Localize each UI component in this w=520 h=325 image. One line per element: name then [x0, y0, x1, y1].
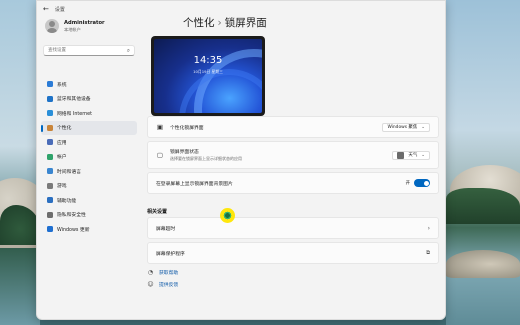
toggle-state: 开 [405, 181, 410, 186]
signin-background-label: 在登录屏幕上显示锁屏界面背景图片 [156, 181, 233, 187]
preview-date: 10月19日 星期三 [193, 69, 223, 74]
sidebar-item[interactable]: Windows 更新 [41, 222, 137, 237]
back-arrow-icon[interactable]: ← [43, 5, 49, 13]
search-placeholder: 查找设置 [48, 48, 66, 53]
wallpaper-left [0, 0, 40, 325]
personalization-icon [47, 124, 53, 131]
sidebar-item-label: 时间和语言 [57, 169, 81, 175]
breadcrumb-parent[interactable]: 个性化 [183, 17, 215, 29]
sidebar-item-label: 帐户 [57, 155, 67, 161]
personalize-lock-screen-row[interactable]: ▣ 个性化锁屏界面 Windows 聚焦 ⌄ [147, 116, 439, 138]
weather-icon [397, 151, 405, 159]
sidebar-item-label: 网络和 Internet [57, 111, 92, 117]
search-input[interactable]: 查找设置 ⌕ [43, 45, 135, 56]
user-profile[interactable]: Administrator 本地帐户 [45, 19, 105, 33]
give-feedback-link[interactable]: ☺ 提供反馈 [147, 278, 178, 290]
breadcrumb-current: 锁屏界面 [224, 17, 267, 29]
window-title: 设置 [54, 6, 65, 13]
bluetooth-icon [47, 95, 53, 102]
user-account-type: 本地帐户 [64, 26, 81, 32]
feedback-icon: ☺ [147, 280, 154, 288]
user-name: Administrator [64, 19, 105, 26]
sidebar-item[interactable]: 应用 [41, 135, 137, 150]
wallpaper-trees-right [446, 188, 520, 224]
search-icon: ⌕ [126, 48, 130, 54]
lock-screen-status-row[interactable]: ▢ 锁屏界面状态 选择要在锁屏界面上显示详细状态的应用 天气 ⌄ [147, 141, 439, 169]
gaming-icon [47, 182, 53, 189]
avatar [45, 19, 59, 33]
sidebar-item[interactable]: 隐私和安全性 [41, 208, 137, 223]
picture-icon: ▣ [156, 123, 164, 131]
sidebar-item[interactable]: 网络和 Internet [41, 106, 137, 121]
personalize-label: 个性化锁屏界面 [170, 125, 204, 131]
get-help-link[interactable]: ◔ 获取帮助 [147, 266, 178, 278]
personalize-value: Windows 聚焦 [387, 125, 418, 130]
accounts-icon [47, 153, 53, 160]
status-dropdown[interactable]: 天气 ⌄ [392, 150, 430, 160]
chevron-right-icon: › [427, 224, 430, 232]
help-icon: ◔ [147, 268, 154, 276]
sidebar-item[interactable]: 时间和语言 [41, 164, 137, 179]
sidebar-item-label: 个性化 [57, 126, 72, 132]
chevron-down-icon: ⌄ [421, 124, 425, 130]
sidebar-nav: 系统蓝牙和其他设备 网络和 Internet 个性化应用帐户时间和语言游戏辅助功能隐… [41, 77, 137, 237]
sidebar-item-label: 系统 [57, 82, 67, 88]
sidebar-item-label: 辅助功能 [57, 198, 77, 204]
sidebar-item[interactable]: 帐户 [41, 150, 137, 165]
status-icon: ▢ [156, 151, 164, 159]
settings-window: ← 设置 Administrator 本地帐户 查找设置 ⌕ 系统蓝牙和其他设备… [36, 0, 446, 320]
sidebar-item-label: 隐私和安全性 [57, 213, 86, 219]
sidebar-item[interactable]: 个性化 [41, 120, 137, 135]
signin-background-row: 在登录屏幕上显示锁屏界面背景图片 开 [147, 172, 439, 194]
external-link-icon: ⧉ [426, 249, 430, 256]
sidebar-item[interactable]: 辅助功能 [41, 193, 137, 208]
sidebar-item[interactable]: 游戏 [41, 179, 137, 194]
sidebar: Administrator 本地帐户 查找设置 ⌕ 系统蓝牙和其他设备 网络和 I… [37, 15, 141, 315]
sidebar-item-label: Windows 更新 [57, 227, 90, 233]
breadcrumb-separator: › [217, 17, 222, 29]
privacy-icon [47, 211, 53, 218]
screen-timeout-label: 屏幕超时 [156, 226, 176, 232]
sidebar-item-label: 应用 [57, 140, 67, 146]
preview-screen: 14:35 10月19日 星期三 [154, 39, 262, 113]
screensaver-label: 屏幕保护程序 [156, 251, 185, 257]
sidebar-item[interactable]: 系统 [41, 77, 137, 92]
status-label: 锁屏界面状态 [170, 150, 199, 155]
system-icon [47, 81, 53, 88]
windows-update-icon [47, 226, 53, 233]
wallpaper-swirl [179, 69, 262, 113]
mouse-cursor-highlight [220, 208, 235, 223]
preview-time: 14:35 [193, 55, 223, 66]
lock-screen-preview: 14:35 10月19日 星期三 [151, 36, 265, 116]
status-description: 选择要在锁屏界面上显示详细状态的应用 [170, 156, 242, 161]
wallpaper-island-right [446, 250, 520, 278]
page-title: 个性化 › 锁屏界面 [183, 15, 267, 30]
get-help-label: 获取帮助 [159, 270, 179, 276]
help-links: ◔ 获取帮助 ☺ 提供反馈 [147, 266, 178, 290]
signin-background-toggle[interactable] [414, 179, 430, 187]
personalize-dropdown[interactable]: Windows 聚焦 ⌄ [382, 122, 430, 132]
screen-timeout-row[interactable]: 屏幕超时 › [147, 217, 439, 239]
apps-icon [47, 139, 53, 146]
main-content: 个性化 › 锁屏界面 14:35 10月19日 星期三 ▣ 个性化锁屏界面 Wind… [147, 11, 441, 317]
related-settings-title: 相关设置 [147, 209, 168, 215]
accessibility-icon [47, 197, 53, 204]
time-language-icon [47, 168, 53, 175]
sidebar-item[interactable]: 蓝牙和其他设备 [41, 92, 137, 107]
status-value: 天气 [408, 153, 418, 158]
sidebar-item-label: 蓝牙和其他设备 [57, 97, 91, 103]
chevron-down-icon: ⌄ [421, 152, 425, 158]
sidebar-item-label: 游戏 [57, 184, 67, 190]
screensaver-row[interactable]: 屏幕保护程序 ⧉ [147, 242, 439, 264]
network-icon [47, 110, 53, 117]
give-feedback-label: 提供反馈 [159, 282, 179, 288]
